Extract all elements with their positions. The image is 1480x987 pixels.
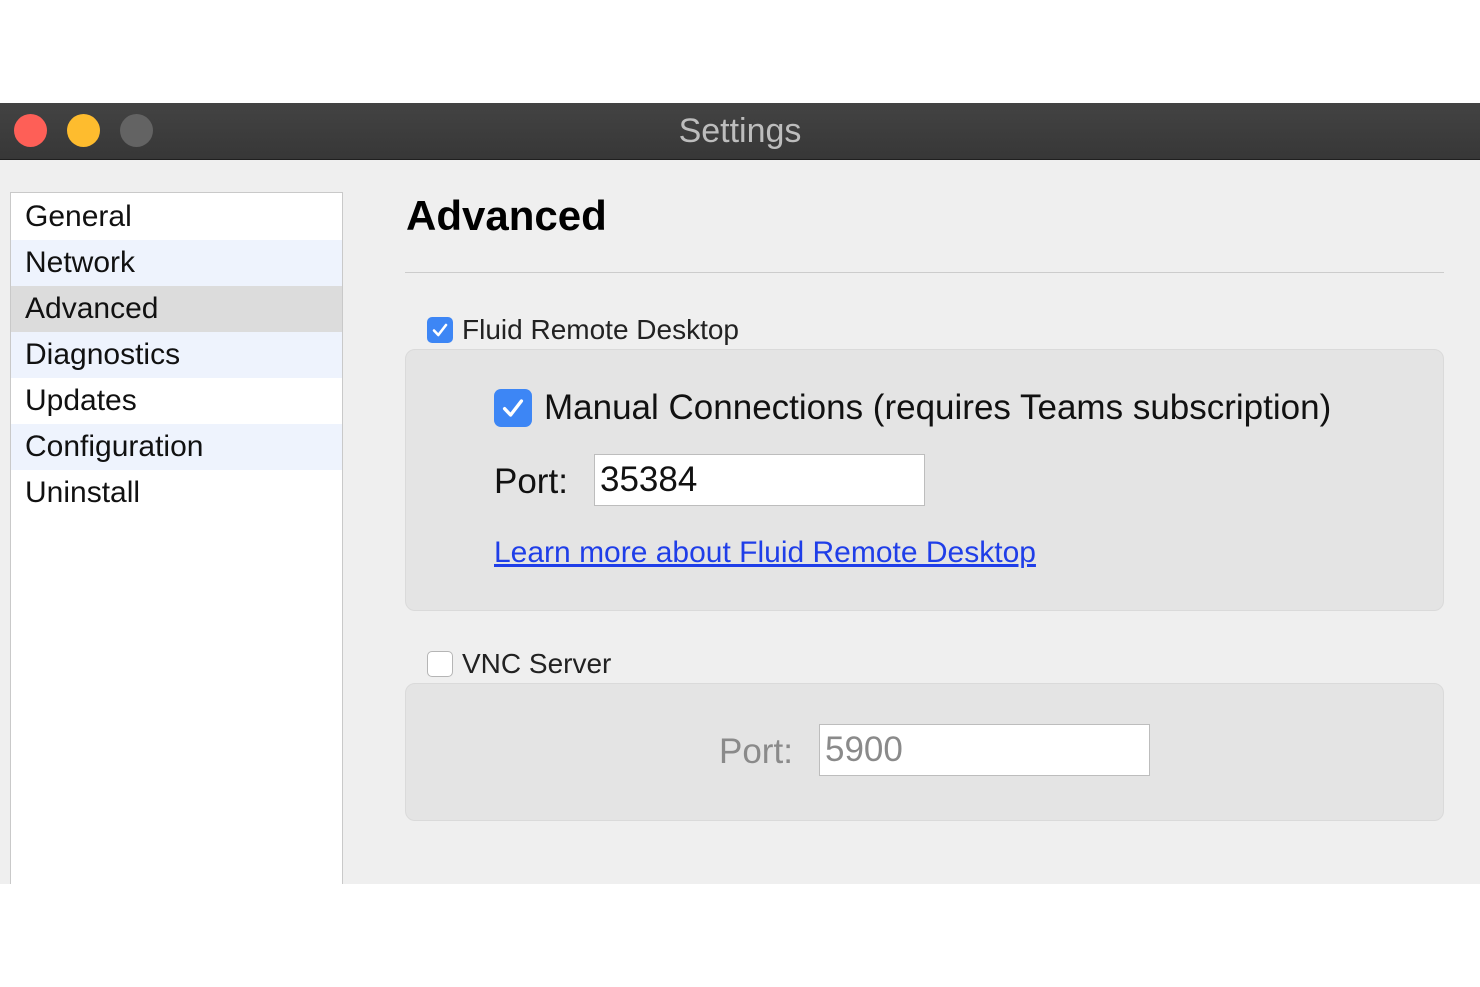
fluid-remote-desktop-label: Fluid Remote Desktop [462, 314, 740, 345]
vnc-server-label: VNC Server [462, 648, 612, 679]
checkmark-icon [432, 323, 448, 337]
learn-more-link[interactable]: Learn more about Fluid Remote Desktop [494, 536, 1036, 570]
sidebar-item-general[interactable]: General [11, 194, 342, 240]
sidebar-item-diagnostics[interactable]: Diagnostics [11, 332, 342, 378]
manual-connections-toggle[interactable]: Manual Connections (requires Teams subsc… [494, 388, 1331, 428]
sidebar: General Network Advanced Diagnostics Upd… [10, 192, 343, 884]
fluid-remote-desktop-toggle[interactable]: Fluid Remote Desktop [427, 314, 739, 346]
fluid-port-input[interactable]: 35384 [594, 454, 925, 506]
title-bar[interactable]: Settings [0, 103, 1480, 160]
title-divider [405, 272, 1444, 273]
manual-connections-label: Manual Connections (requires Teams subsc… [544, 388, 1332, 427]
sidebar-item-uninstall[interactable]: Uninstall [11, 470, 342, 516]
vnc-server-checkbox[interactable] [427, 651, 453, 677]
window-title: Settings [678, 112, 802, 150]
vnc-port-label: Port: [719, 732, 793, 771]
vnc-server-toggle[interactable]: VNC Server [427, 648, 611, 680]
fluid-remote-desktop-checkbox[interactable] [427, 317, 453, 343]
fluid-port-label: Port: [494, 462, 568, 501]
vnc-port-input[interactable]: 5900 [819, 724, 1150, 776]
sidebar-item-updates[interactable]: Updates [11, 378, 342, 424]
settings-window: Settings General Network Advanced Diagno… [0, 103, 1480, 884]
sidebar-item-configuration[interactable]: Configuration [11, 424, 342, 470]
checkmark-icon [502, 399, 524, 417]
manual-connections-checkbox[interactable] [494, 389, 532, 427]
page-title: Advanced [406, 192, 607, 239]
vnc-server-group: Port: 5900 [405, 683, 1444, 821]
sidebar-item-network[interactable]: Network [11, 240, 342, 286]
sidebar-item-advanced[interactable]: Advanced [11, 286, 342, 332]
fluid-remote-desktop-group: Manual Connections (requires Teams subsc… [405, 349, 1444, 611]
